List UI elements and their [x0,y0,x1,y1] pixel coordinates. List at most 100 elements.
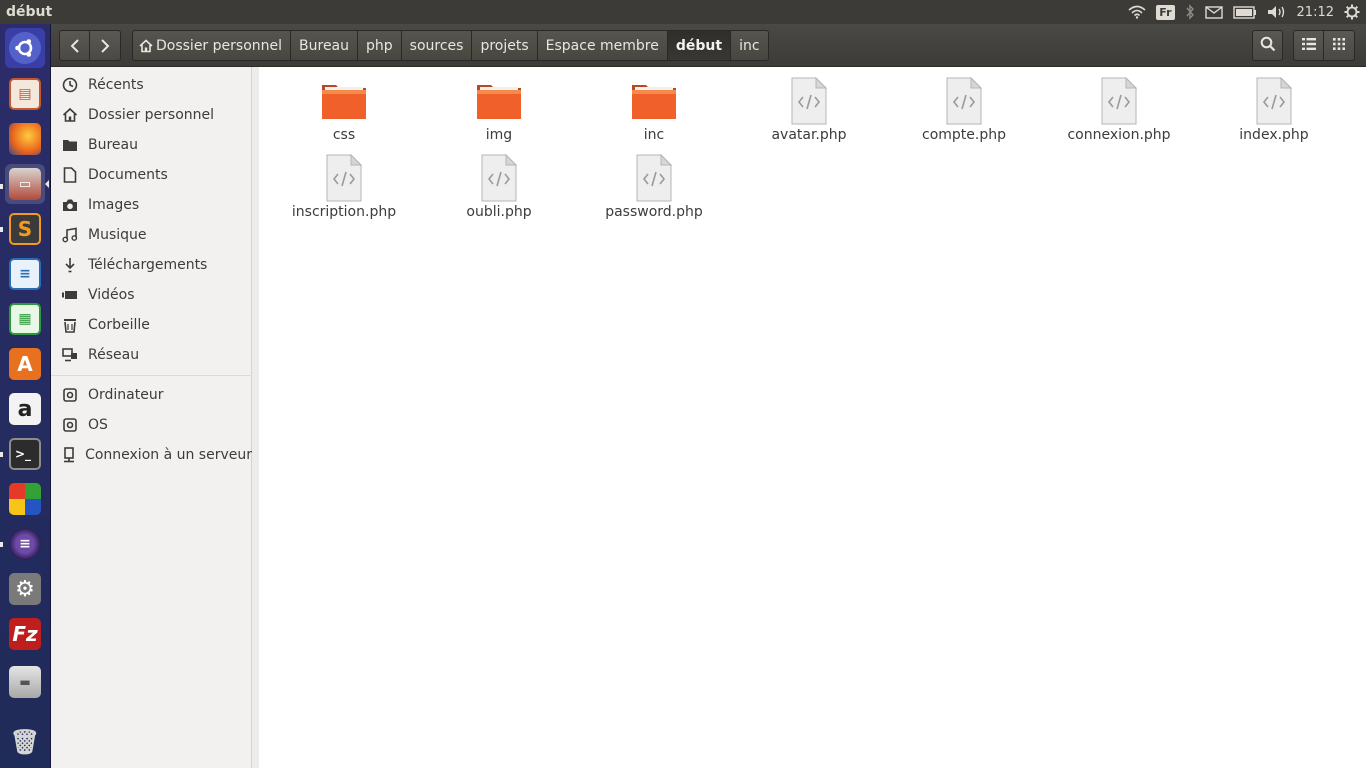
sidebar-item-videos[interactable]: Vidéos [51,280,252,310]
breadcrumb-bureau[interactable]: Bureau [291,30,359,61]
folder-icon [630,77,678,125]
sidebar-item-documents[interactable]: Documents [51,160,252,190]
eclipse-icon[interactable]: ≡ [5,524,45,564]
terminal-icon[interactable]: >_ [5,434,45,474]
sidebar-item-recents[interactable]: Récents [51,70,252,100]
file-name: avatar.php [771,127,847,143]
sidebar-item-reseau[interactable]: Réseau [51,340,252,370]
breadcrumb-debut[interactable]: début [667,30,732,61]
sidebar-item-bureau[interactable]: Bureau [51,130,252,160]
drive-icon[interactable]: ▬ [5,662,45,702]
file-manager-icon[interactable]: ▭ [5,164,45,204]
bluetooth-icon[interactable] [1180,0,1200,24]
file-name: index.php [1239,127,1309,143]
php-file-icon [630,154,678,202]
mail-icon[interactable] [1200,0,1228,24]
breadcrumb-php[interactable]: php [358,30,402,61]
sidebar-resize-handle[interactable] [252,67,259,768]
breadcrumb-inc[interactable]: inc [731,30,769,61]
gear-icon[interactable] [1339,0,1366,24]
software-center-icon[interactable]: A [5,344,45,384]
breadcrumb-projets[interactable]: projets [472,30,538,61]
launcher-running-pip [0,542,3,547]
volume-icon[interactable] [1262,0,1292,24]
sidebar-item-home[interactable]: Dossier personnel [51,100,252,130]
breadcrumb-espace-membre[interactable]: Espace membre [537,30,668,61]
windows-app-icon[interactable] [5,479,45,519]
launcher-focus-arrow [45,180,49,188]
search-icon [1260,36,1276,56]
sidebar-item-os[interactable]: OS [51,410,252,440]
file-name: inc [643,127,665,143]
list-icon [1301,37,1316,54]
home-icon [139,38,153,53]
filezilla-icon[interactable]: Fz [5,614,45,654]
window-title: début [6,4,53,20]
clock[interactable]: 21:12 [1292,0,1339,24]
sidebar-item-connect-server[interactable]: Connexion à un serveur [51,440,252,470]
trash-icon[interactable]: 🗑 [5,722,45,762]
file-item[interactable]: index.php [1199,77,1349,149]
php-file-icon [785,77,833,125]
sidebar-item-ordinateur[interactable]: Ordinateur [51,380,252,410]
sidebar-item-telechargements[interactable]: Téléchargements [51,250,252,280]
file-item[interactable]: password.php [579,154,729,226]
back-button[interactable] [59,30,90,61]
folder-item[interactable]: css [269,77,419,149]
places-sidebar: Récents Dossier personnel Bureau Documen… [51,67,252,768]
keyboard-layout-indicator[interactable]: Fr [1151,0,1179,24]
grid-view-button[interactable] [1324,30,1355,61]
file-item[interactable]: connexion.php [1044,77,1194,149]
network-icon [61,346,79,364]
server-icon [61,446,76,464]
file-name: password.php [605,204,703,220]
php-file-icon [475,154,523,202]
launcher-running-pip [0,227,3,232]
search-group [1252,30,1283,61]
sidebar-item-images[interactable]: Images [51,190,252,220]
toolbar: Dossier personnel Bureau php sources pro… [51,24,1366,67]
file-name: connexion.php [1067,127,1171,143]
firefox-icon[interactable] [5,119,45,159]
amazon-icon[interactable]: a [5,389,45,429]
launcher: ▤ ▭ S ≡ ▦ A a >_ ≡ ⚙ Fz ▬ 🗑 [0,24,51,768]
sidebar-item-musique[interactable]: Musique [51,220,252,250]
php-file-icon [940,77,988,125]
trash-icon [61,316,79,334]
view-mode-group [1293,30,1355,61]
launcher-running-pip [0,452,3,457]
sidebar-separator [51,375,252,376]
list-view-button[interactable] [1293,30,1324,61]
libreoffice-calc-icon[interactable]: ▦ [5,299,45,339]
forward-button[interactable] [90,30,121,61]
file-item[interactable]: avatar.php [734,77,884,149]
file-item[interactable]: inscription.php [269,154,419,226]
breadcrumb-home[interactable]: Dossier personnel [132,30,292,61]
breadcrumb-sources[interactable]: sources [401,30,473,61]
ubuntu-dash-icon[interactable] [5,28,45,68]
search-button[interactable] [1252,30,1283,61]
music-icon [61,226,79,244]
php-file-icon [1250,77,1298,125]
php-file-icon [1095,77,1143,125]
launcher-running-pip [0,184,3,189]
battery-icon[interactable] [1228,0,1262,24]
sidebar-item-corbeille[interactable]: Corbeille [51,310,252,340]
sublime-text-icon[interactable]: S [5,209,45,249]
document-icon [61,166,79,184]
download-icon [61,256,79,274]
camera-icon [61,196,79,214]
wifi-icon[interactable] [1123,0,1151,24]
file-name: img [485,127,513,143]
folder-item[interactable]: img [424,77,574,149]
folder-item[interactable]: inc [579,77,729,149]
file-item[interactable]: oubli.php [424,154,574,226]
libreoffice-writer-icon[interactable]: ≡ [5,254,45,294]
file-item[interactable]: compte.php [889,77,1039,149]
grid-icon [1333,37,1345,54]
file-name: oubli.php [466,204,532,220]
system-settings-icon[interactable]: ⚙ [5,569,45,609]
libreoffice-impress-icon[interactable]: ▤ [5,74,45,114]
file-name: compte.php [922,127,1006,143]
breadcrumb: Dossier personnel Bureau php sources pro… [132,30,769,61]
